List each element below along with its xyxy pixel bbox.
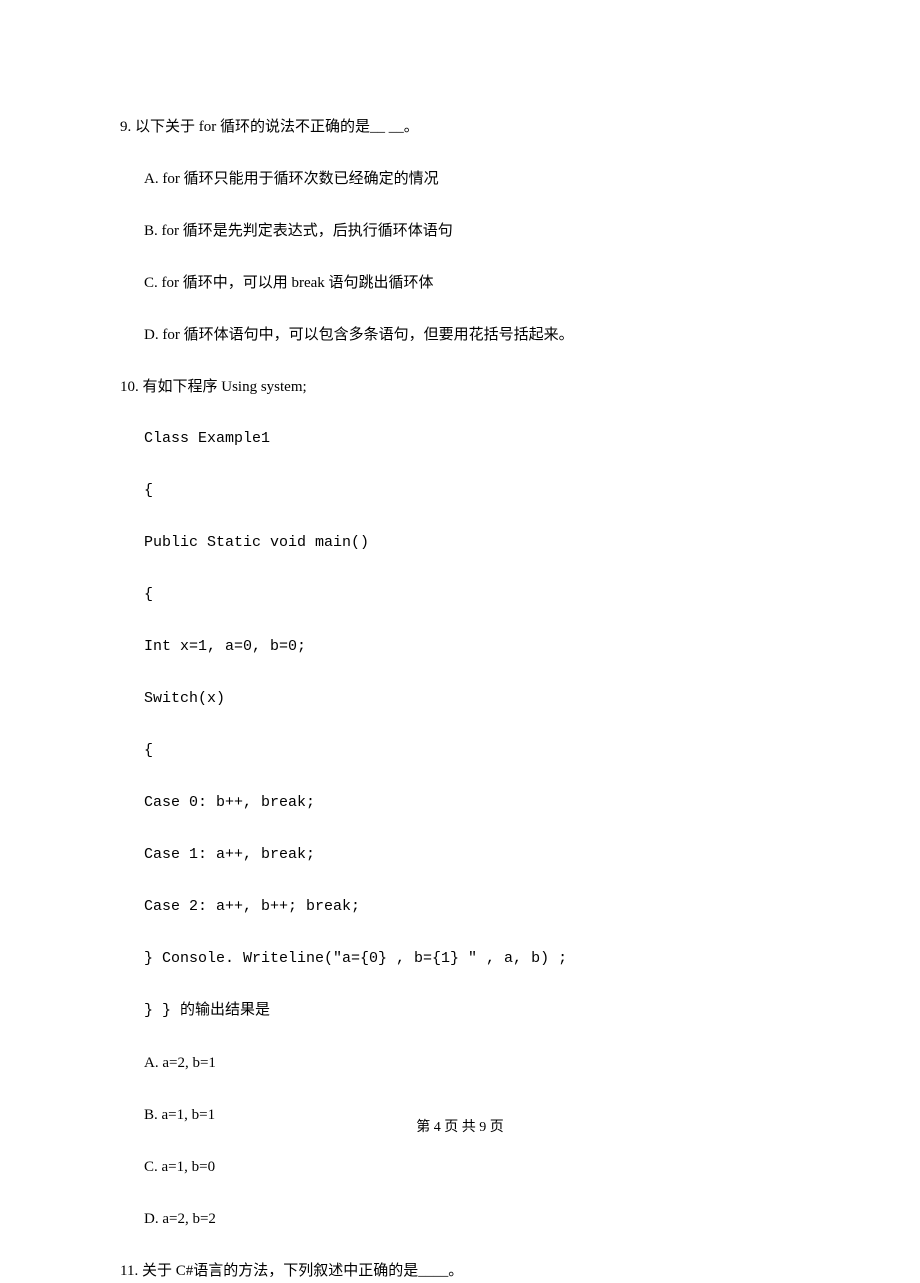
q9-stem: 9. 以下关于 for 循环的说法不正确的是__ __。 [120, 115, 800, 139]
q10-code-line: { [120, 739, 800, 763]
q9-option-a: A. for 循环只能用于循环次数已经确定的情况 [120, 167, 800, 191]
q10-code-line: } Console. Writeline("a={0} , b={1} " , … [120, 947, 800, 971]
q10-code-line: Case 1: a++, break; [120, 843, 800, 867]
q10-code-line: Case 2: a++, b++; break; [120, 895, 800, 919]
page-footer: 第 4 页 共 9 页 [0, 1116, 920, 1136]
q10-code-line: Int x=1, a=0, b=0; [120, 635, 800, 659]
q9-option-b: B. for 循环是先判定表达式，后执行循环体语句 [120, 219, 800, 243]
q9-option-c: C. for 循环中，可以用 break 语句跳出循环体 [120, 271, 800, 295]
page-content: 9. 以下关于 for 循环的说法不正确的是__ __。 A. for 循环只能… [0, 0, 920, 1283]
q10-code-line: Public Static void main() [120, 531, 800, 555]
q9-option-d: D. for 循环体语句中，可以包含多条语句，但要用花括号括起来。 [120, 323, 800, 347]
q10-option-a: A. a=2, b=1 [120, 1051, 800, 1075]
q10-code-line: } } 的输出结果是 [120, 999, 800, 1023]
q10-code-line: { [120, 479, 800, 503]
q11-stem: 11. 关于 C#语言的方法，下列叙述中正确的是____。 [120, 1259, 800, 1283]
q10-stem: 10. 有如下程序 Using system; [120, 375, 800, 399]
q10-code-line: Case 0: b++, break; [120, 791, 800, 815]
q10-code-line: Switch(x) [120, 687, 800, 711]
q10-option-c: C. a=1, b=0 [120, 1155, 800, 1179]
q10-option-d: D. a=2, b=2 [120, 1207, 800, 1231]
q10-code-line: Class Example1 [120, 427, 800, 451]
q10-code-line: { [120, 583, 800, 607]
